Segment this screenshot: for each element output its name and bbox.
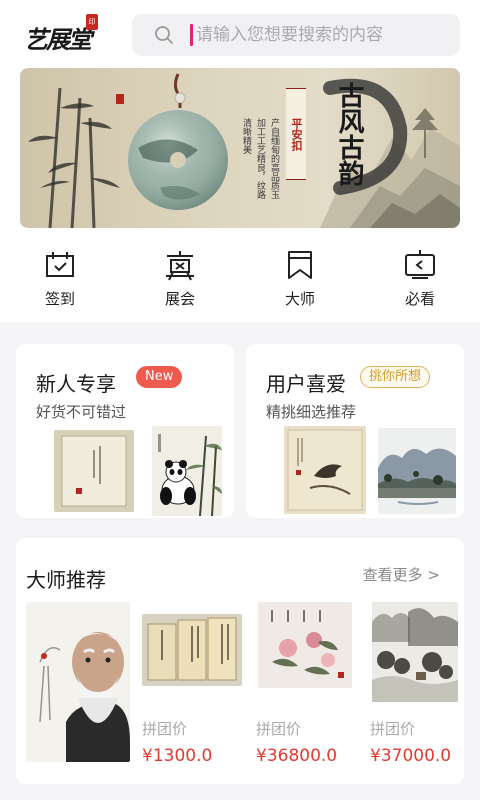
product-thumbnail[interactable]: [378, 428, 456, 514]
ink-landscape-image: [372, 602, 458, 702]
price-label: 拼团价: [370, 720, 416, 738]
nav-label: 签到: [44, 290, 75, 308]
product-thumbnail[interactable]: [284, 426, 366, 514]
product-thumbnail[interactable]: [152, 426, 222, 516]
search-icon[interactable]: [154, 25, 174, 45]
price-value: ¥1300.0: [142, 746, 213, 766]
promo-card-newcomer[interactable]: 新人专享 New 好货不可错过: [16, 344, 234, 518]
exhibition-icon: [166, 251, 194, 281]
eagle-painting-image: [284, 426, 366, 514]
price-label: 拼团价: [142, 720, 188, 738]
banner-copy-line: 加工工艺精良，纹路: [255, 118, 265, 199]
panda-painting-image: [152, 426, 222, 516]
price-value: ¥36800.0: [256, 746, 338, 766]
promo-title: 新人专享: [36, 372, 116, 396]
ancient-books-image: [142, 614, 242, 686]
nav-item-exhibition[interactable]: 展会: [140, 248, 220, 309]
landscape-painting-image: [378, 428, 456, 514]
banner-carousel[interactable]: 古风古韵 平安扣 产自缅甸的高品质玉 加工工艺精良，纹路 清晰精美: [20, 68, 460, 228]
search-input[interactable]: [196, 22, 446, 48]
promo-subtitle: 精挑细选推荐: [266, 403, 357, 421]
flower-painting-image: [258, 602, 352, 688]
banner-copy-line: 清晰精美: [241, 118, 251, 154]
banner-title: 古风古韵: [334, 82, 364, 186]
promo-card-favorites[interactable]: 用户喜爱 挑你所想 精挑细选推荐: [246, 344, 464, 518]
text-cursor: [190, 24, 193, 46]
product-thumbnail[interactable]: [142, 614, 242, 686]
logo-text: 艺展堂: [24, 25, 92, 54]
section-title: 大师推荐: [26, 568, 106, 592]
product-thumbnail[interactable]: [372, 602, 458, 702]
price-label: 拼团价: [256, 720, 302, 738]
search-bar[interactable]: [132, 14, 460, 56]
promo-title: 用户喜爱: [266, 372, 346, 396]
app-logo[interactable]: 艺展堂 印: [24, 14, 104, 54]
nav-label: 展会: [164, 290, 195, 308]
product-thumbnail[interactable]: [258, 602, 352, 688]
app-header: 艺展堂 印: [0, 0, 480, 62]
bookmark-icon: [288, 251, 312, 279]
pick-badge: 挑你所想: [360, 366, 431, 388]
tv-icon: [405, 250, 435, 279]
banner-seal: 平安扣: [286, 88, 306, 180]
nav-item-master[interactable]: 大师: [260, 248, 340, 309]
logo-seal: 印: [86, 14, 98, 30]
master-recommend-section: 大师推荐 查看更多 > 拼团价 ¥1300.0 拼团价 ¥36800.0 拼团价…: [16, 538, 464, 784]
view-more-link[interactable]: 查看更多 >: [363, 564, 440, 585]
price-value: ¥37000.0: [370, 746, 452, 766]
product-thumbnail[interactable]: [54, 430, 134, 512]
calendar-icon: [46, 252, 74, 277]
nav-label: 必看: [404, 290, 435, 308]
new-badge: New: [136, 366, 183, 388]
banner-copy-line: 产自缅甸的高品质玉: [269, 118, 279, 199]
promo-subtitle: 好货不可错过: [36, 403, 127, 421]
nav-label: 大师: [284, 290, 315, 308]
nav-item-checkin[interactable]: 签到: [20, 248, 100, 309]
banner-section: 古风古韵 平安扣 产自缅甸的高品质玉 加工工艺精良，纹路 清晰精美: [0, 62, 480, 236]
master-portrait[interactable]: [26, 602, 130, 762]
book-cover-image: [54, 430, 134, 512]
nav-item-must-see[interactable]: 必看: [380, 248, 460, 309]
carousel-indicator: [246, 218, 290, 222]
master-portrait-image: [26, 602, 130, 762]
quick-nav: 签到 展会 大师 必看: [0, 236, 480, 322]
